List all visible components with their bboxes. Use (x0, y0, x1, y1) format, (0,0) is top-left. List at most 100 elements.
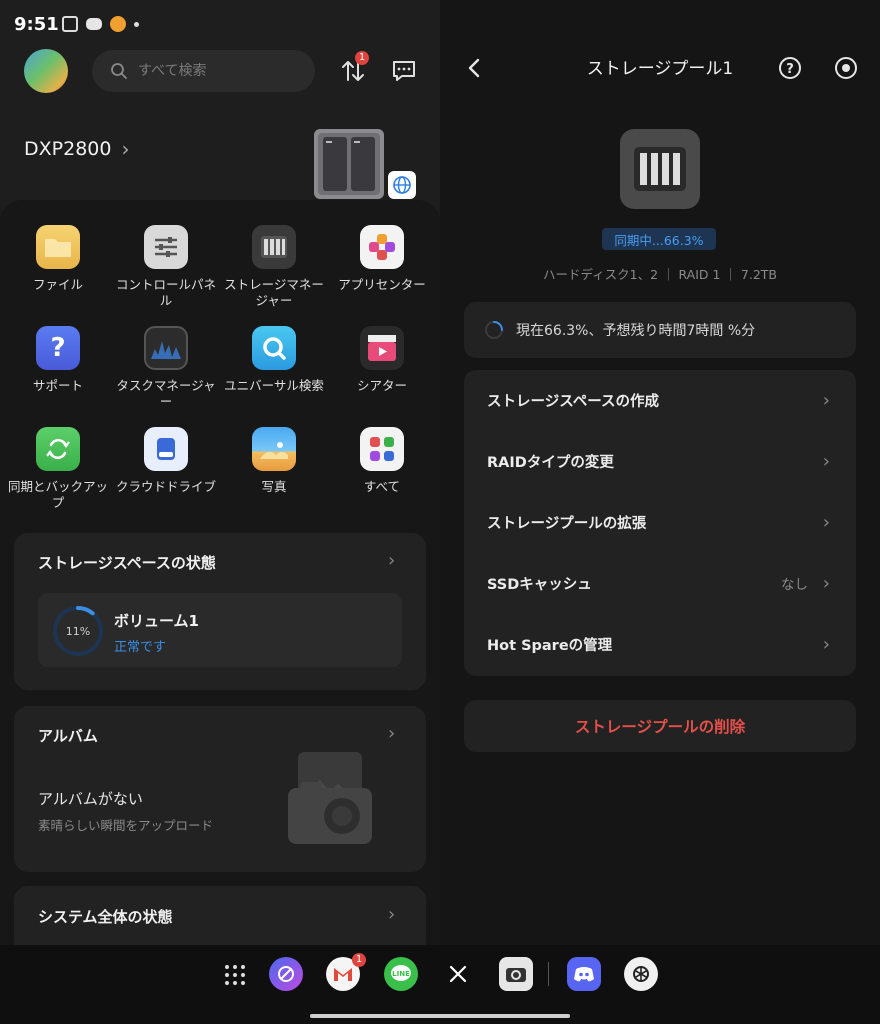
messages-button[interactable] (389, 56, 419, 86)
progress-text: 現在66.3%、予想残り時間7時間 %分 (516, 323, 756, 339)
help-circle-icon: ? (779, 57, 801, 79)
menu-label: ストレージスペースの作成 (487, 393, 659, 410)
app-cloud-drive[interactable]: クラウドドライブ (112, 427, 220, 495)
svg-text:?: ? (786, 62, 794, 77)
app-label: コントロールパネル (115, 277, 216, 308)
sync-status-badge: 同期中...66.3% (602, 228, 716, 250)
menu-create-storage-space[interactable]: ストレージスペースの作成 › (464, 370, 856, 430)
app-app-center[interactable]: アプリセンター (328, 225, 436, 293)
app-label: クラウドドライブ (115, 479, 216, 494)
app-all[interactable]: すべて (328, 427, 436, 495)
remote-access-button[interactable] (388, 171, 416, 199)
gmail-badge: 1 (352, 953, 366, 967)
page-title: ストレージプール1 (586, 59, 734, 79)
volume-status: 正常です (114, 640, 167, 655)
storage-icon (252, 225, 296, 269)
app-photos[interactable]: 写真 (220, 427, 328, 495)
help-icon: ? (36, 326, 80, 370)
discord-status-icon (86, 18, 102, 30)
volume-name: ボリューム1 (114, 612, 199, 630)
line-icon[interactable]: LINE (384, 957, 418, 991)
search-input[interactable] (136, 62, 300, 80)
status-time: 9:51 (14, 14, 59, 35)
chevron-right-icon: › (822, 450, 830, 472)
app-label: すべて (363, 479, 401, 494)
menu-label: SSDキャッシュ (487, 576, 592, 593)
search-app-icon (252, 326, 296, 370)
screenshot-icon (62, 16, 78, 32)
app-label: 写真 (261, 479, 287, 494)
device-selector[interactable]: DXP2800 › (24, 137, 129, 161)
transfer-badge: 1 (355, 51, 369, 65)
nas-device-icon (314, 129, 384, 199)
app-center-icon (360, 225, 404, 269)
menu-change-raid-type[interactable]: RAIDタイプの変更 › (464, 431, 856, 491)
sync-icon (36, 427, 80, 471)
dock-divider (548, 962, 549, 986)
photos-icon (252, 427, 296, 471)
menu-expand-pool[interactable]: ストレージプールの拡張 › (464, 492, 856, 552)
menu-hot-spare[interactable]: Hot Spareの管理 › (464, 614, 856, 674)
chatgpt-icon[interactable] (624, 957, 658, 991)
x-icon[interactable] (441, 957, 475, 991)
transfer-button[interactable]: 1 (336, 51, 370, 88)
search-bar[interactable] (92, 50, 315, 92)
app-task-manager[interactable]: タスクマネージャー (112, 326, 220, 410)
home-indicator[interactable] (310, 1014, 570, 1018)
menu-label: RAIDタイプの変更 (487, 454, 614, 471)
app-theater[interactable]: シアター (328, 326, 436, 394)
app-status-icon (110, 16, 126, 32)
storage-status-title: ストレージスペースの状態 (38, 554, 216, 572)
cloud-drive-icon (144, 427, 188, 471)
task-monitor-icon (144, 326, 188, 370)
device-name: DXP2800 (24, 138, 112, 160)
app-files[interactable]: ファイル (4, 225, 112, 293)
folder-icon (36, 225, 80, 269)
apps-grid-icon[interactable] (223, 963, 247, 991)
volume-item[interactable]: 11% ボリューム1 正常です (38, 593, 402, 667)
app-label: アプリセンター (338, 277, 426, 292)
more-button[interactable] (832, 54, 860, 82)
svg-text:LINE: LINE (392, 970, 410, 978)
app-label: サポート (32, 378, 83, 393)
avatar[interactable] (24, 49, 68, 93)
back-button[interactable] (462, 54, 488, 82)
theater-icon (360, 326, 404, 370)
app-label: ストレージマネージャー (224, 277, 324, 308)
menu-ssd-cache[interactable]: SSDキャッシュ なし › (464, 553, 856, 613)
all-apps-icon (360, 427, 404, 471)
loading-spinner-icon (485, 321, 503, 339)
sliders-icon (144, 225, 188, 269)
camera-icon[interactable] (499, 957, 533, 991)
gmail-icon[interactable]: 1 (326, 953, 366, 991)
album-empty-subtitle: 素晴らしい瞬間をアップロード (38, 818, 214, 833)
app-support[interactable]: ? サポート (4, 326, 112, 394)
usage-percent: 11% (66, 625, 90, 638)
app-label: ユニバーサル検索 (224, 378, 324, 393)
chevron-right-icon: › (388, 723, 396, 744)
app-storage-manager[interactable]: ストレージマネージャー (220, 225, 328, 309)
help-button[interactable]: ? (776, 54, 804, 82)
chevron-right-icon: › (822, 389, 830, 411)
app-label: ファイル (32, 277, 83, 292)
delete-pool-label: ストレージプールの削除 (574, 718, 746, 736)
discord-icon[interactable] (567, 957, 601, 991)
dot-icon (134, 21, 139, 27)
app-label: タスクマネージャー (116, 378, 216, 409)
system-status-title: システム全体の状態 (38, 908, 173, 926)
status-icons-left (62, 16, 139, 32)
chevron-right-icon: › (822, 511, 830, 533)
photo-album-icon (288, 752, 372, 844)
delete-pool-button[interactable]: ストレージプールの削除 (464, 700, 856, 752)
record-icon (835, 57, 857, 79)
app-sync-backup[interactable]: 同期とバックアップ (4, 427, 112, 511)
app-label: シアター (356, 378, 407, 393)
chevron-right-icon: › (121, 137, 130, 161)
app-control-panel[interactable]: コントロールパネル (112, 225, 220, 309)
browser-icon[interactable] (269, 957, 303, 991)
app-universal-search[interactable]: ユニバーサル検索 (220, 326, 328, 394)
chevron-right-icon: › (822, 633, 830, 655)
pool-info: ハードディスク1、2 ｜ RAID 1 ｜ 7.2TB (543, 267, 777, 282)
back-arrow-icon (468, 58, 480, 78)
message-icon (393, 61, 415, 81)
